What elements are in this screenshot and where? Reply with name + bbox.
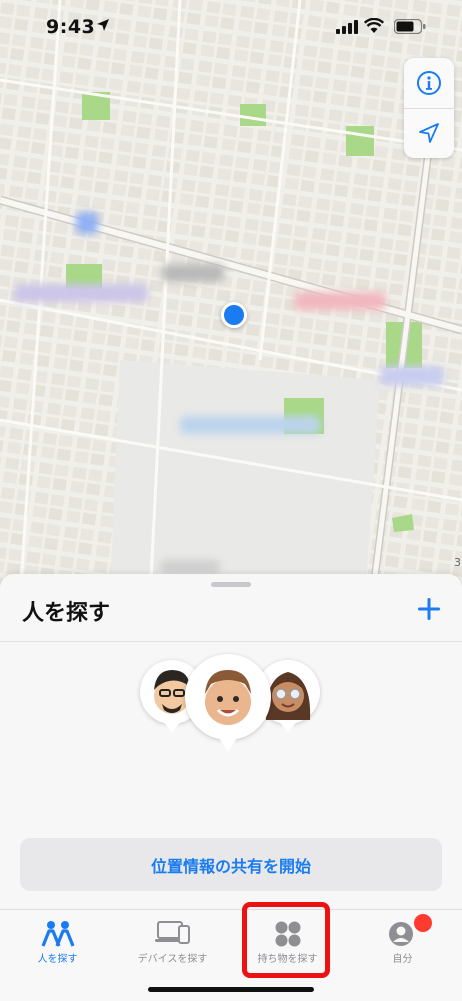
map-view[interactable]: 3	[0, 0, 462, 600]
map-label-blurred	[76, 212, 98, 234]
tab-people-label: 人を探す	[37, 954, 78, 965]
devices-icon	[154, 921, 190, 944]
start-sharing-location-label: 位置情報の共有を開始	[150, 856, 311, 876]
map-label-blurred	[380, 366, 444, 386]
tab-me[interactable]: 自分	[345, 910, 460, 980]
cellular-signal-icon	[336, 20, 358, 34]
tab-devices[interactable]: デバイスを探す	[115, 910, 230, 980]
avatar-pin-tail	[279, 721, 297, 733]
tab-me-label: 自分	[392, 954, 413, 965]
wifi-icon	[364, 18, 384, 33]
status-bar: 9:43	[0, 0, 462, 54]
map-label-blurred	[180, 416, 320, 434]
notification-badge	[414, 914, 432, 932]
tab-people[interactable]: 人を探す	[0, 910, 115, 980]
tab-devices-label: デバイスを探す	[137, 954, 208, 965]
sheet-title: 人を探す	[22, 601, 111, 626]
status-time: 9:43	[46, 16, 96, 38]
map-label-blurred	[14, 284, 148, 302]
highlight-box	[242, 902, 330, 978]
info-icon	[417, 71, 441, 95]
avatar-pin-tail	[219, 738, 237, 752]
map-info-button[interactable]	[404, 58, 454, 108]
people-icon	[41, 921, 74, 947]
avatar-me	[185, 654, 271, 740]
map-scale-digit: 3	[454, 556, 461, 569]
map-label-blurred	[160, 560, 220, 574]
current-location-dot	[221, 302, 247, 328]
sheet-divider	[0, 641, 462, 642]
location-arrow-outline-icon	[419, 123, 439, 143]
map-label-blurred	[294, 292, 386, 310]
memoji-man-smiling-icon	[205, 670, 251, 725]
map-controls	[404, 58, 454, 158]
avatar-pin-tail	[163, 721, 181, 733]
memoji-avatar-group	[130, 654, 330, 764]
sheet-grabber[interactable]	[211, 582, 251, 587]
track-location-button[interactable]	[404, 108, 454, 158]
map-label-blurred	[162, 264, 224, 282]
home-indicator[interactable]	[148, 987, 314, 992]
add-person-button[interactable]	[414, 594, 444, 624]
start-sharing-location-button[interactable]: 位置情報の共有を開始	[20, 838, 442, 891]
battery-icon	[394, 19, 426, 34]
location-arrow-icon	[97, 19, 109, 31]
